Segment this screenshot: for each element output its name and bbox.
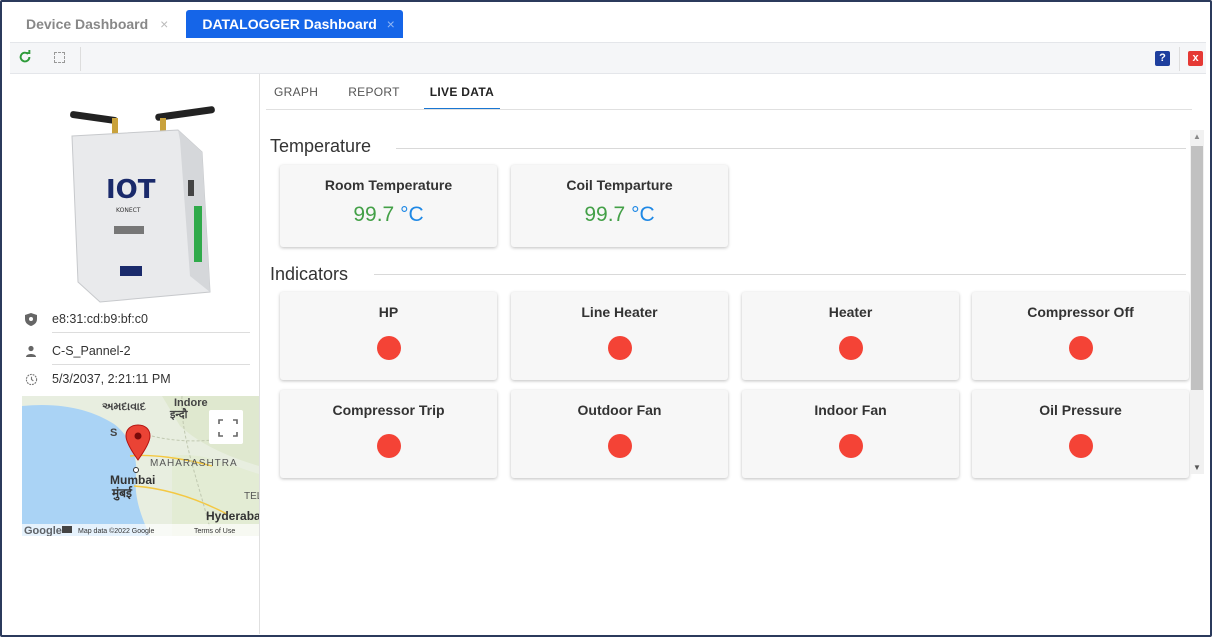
toolbar-divider [80,47,81,71]
scroll-down-arrow-icon[interactable]: ▼ [1193,463,1201,472]
status-indicator [838,434,863,458]
map-canvas[interactable]: અમદાવાદ Indore इन्दौ S MAHARASHTRA Mumba… [22,396,259,536]
map-label-hyderabad: Hyderabad [206,509,259,523]
status-indicator [376,336,401,360]
map-terms-link[interactable]: Terms of Use [194,528,235,535]
refresh-icon-graphic [19,50,31,63]
map-label-indore-hi: इन्दौ [169,407,189,421]
card-title: Heater [828,304,873,320]
temperature-unit: °C [631,203,655,226]
section-divider [396,148,1186,149]
card-title: Outdoor Fan [577,402,662,418]
timestamp-row: 5/3/2037, 2:21:11 PM [24,364,250,394]
status-indicator [607,434,632,458]
map-label-indore: Indore [174,397,208,409]
view-tabs: GRAPH REPORT LIVE DATA [274,82,530,110]
last-updated: 5/3/2037, 2:21:11 PM [52,372,171,386]
map-label-tel: TEL [244,491,259,502]
map-label-surat: S [110,427,117,439]
shield-icon [24,312,38,326]
card-title: Room Temperature [324,177,453,193]
indicator-card-indoor-fan: Indoor Fan [742,390,959,478]
tab-label: Device Dashboard [26,16,149,32]
device-image: IOT KONECT [70,106,215,303]
tabs-divider [266,109,1192,110]
help-button[interactable]: ? [1155,51,1170,66]
map-label-maharashtra: MAHARASHTRA [150,458,238,469]
section-title-temperature: Temperature [270,136,372,156]
section-title-indicators: Indicators [270,264,349,284]
indicator-card-oil-pressure: Oil Pressure [972,390,1189,478]
toolbar: ? x [10,42,1206,74]
indicator-card-heater: Heater [742,292,959,380]
indicator-card-hp: HP [280,292,497,380]
refresh-icon[interactable] [18,50,34,66]
tab-datalogger-dashboard[interactable]: DATALOGGER Dashboard × [186,10,403,38]
fullscreen-icon[interactable] [54,52,65,63]
google-logo: Google [24,525,62,536]
close-icon[interactable]: × [160,16,168,32]
map-attribution: Map data ©2022 Google [78,527,154,535]
temperature-value: 99.7 [584,203,626,226]
app-window: Device Dashboard × DATALOGGER Dashboard … [0,0,1212,637]
person-icon [24,344,38,358]
mac-address: e8:31:cd:b9:bf:c0 [52,306,250,333]
scroll-up-arrow-icon[interactable]: ▲ [1193,132,1201,141]
temperature-unit: °C [400,203,424,226]
close-icon[interactable]: × [387,16,395,32]
card-title: HP [378,304,399,320]
status-indicator [607,336,632,360]
map-label-mumbai-mr: मुंबई [111,486,133,501]
device-logo-text: IOT [106,175,156,205]
map-label-ahmedabad: અમદાવાદ [102,401,146,413]
section-divider [374,274,1186,275]
card-value: 99.7 °C [280,203,497,227]
temperature-card-room: Room Temperature 99.7 °C [280,165,497,247]
temperature-card-coil: Coil Temparture 99.7 °C [511,165,728,247]
temperature-value: 99.7 [353,203,395,226]
tab-graph[interactable]: GRAPH [274,82,318,110]
history-icon [24,372,38,386]
status-indicator [376,434,401,458]
tab-label: DATALOGGER Dashboard [202,16,377,32]
indicator-card-compressor-off: Compressor Off [972,292,1189,380]
indicator-card-compressor-trip: Compressor Trip [280,390,497,478]
status-indicator [1068,434,1093,458]
map-label-mumbai: Mumbai [110,473,155,487]
tab-report[interactable]: REPORT [348,82,400,110]
indicator-card-line-heater: Line Heater [511,292,728,380]
toolbar-divider [1179,47,1180,71]
card-title: Indoor Fan [814,402,887,418]
card-title: Compressor Off [1027,304,1134,320]
tab-bar: Device Dashboard × DATALOGGER Dashboard … [10,8,403,38]
device-info-panel: IOT KONECT e8:31:cd:b9:bf:c0 C-S_Pannel-… [10,74,260,634]
map-fullscreen-button[interactable] [209,410,243,444]
device-name-row: C-S_Pannel-2 [24,336,250,366]
content-scrollbar[interactable]: ▲ ▼ [1190,130,1204,474]
location-map[interactable]: અમદાવાદ Indore इन्दौ S MAHARASHTRA Mumba… [22,396,259,536]
card-title: Oil Pressure [1039,402,1122,418]
indicator-card-outdoor-fan: Outdoor Fan [511,390,728,478]
card-value: 99.7 °C [511,203,728,227]
card-title: Compressor Trip [332,402,445,418]
keyboard-icon[interactable] [62,526,72,533]
close-button[interactable]: x [1188,51,1203,66]
device-logo-sub: KONECT [116,207,141,214]
card-title: Line Heater [581,304,658,320]
device-name: C-S_Pannel-2 [52,338,250,365]
scroll-thumb[interactable] [1191,146,1203,390]
status-indicator [838,336,863,360]
card-title: Coil Temparture [566,177,673,193]
tab-device-dashboard[interactable]: Device Dashboard × [10,10,185,38]
status-indicator [1068,336,1093,360]
mac-address-row: e8:31:cd:b9:bf:c0 [24,304,250,334]
tab-live-data[interactable]: LIVE DATA [423,82,501,110]
